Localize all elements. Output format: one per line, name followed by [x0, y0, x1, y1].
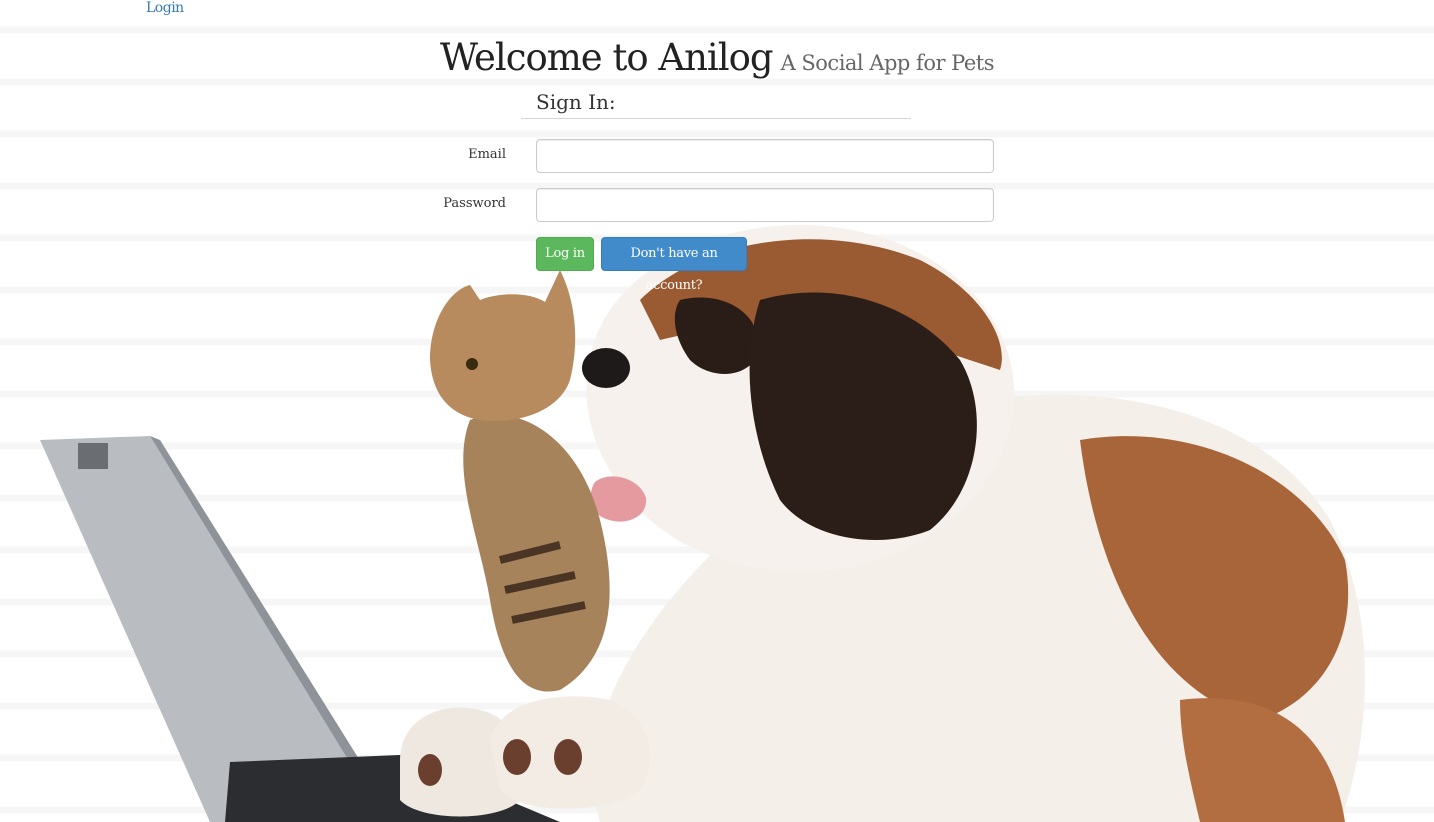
page-subtitle: A Social App for Pets: [780, 51, 995, 75]
page-header: Welcome to Anilog A Social App for Pets: [0, 36, 1434, 79]
page-title: Welcome to Anilog: [439, 36, 774, 79]
form-legend: Sign In:: [521, 90, 911, 119]
email-label: Email: [468, 147, 506, 162]
signup-button[interactable]: Don't have an account?: [601, 237, 747, 293]
password-field[interactable]: [536, 188, 994, 222]
log-in-button[interactable]: Log in: [536, 237, 594, 271]
email-field[interactable]: [536, 139, 994, 173]
password-label: Password: [443, 196, 506, 211]
login-link[interactable]: Login: [146, 0, 184, 16]
